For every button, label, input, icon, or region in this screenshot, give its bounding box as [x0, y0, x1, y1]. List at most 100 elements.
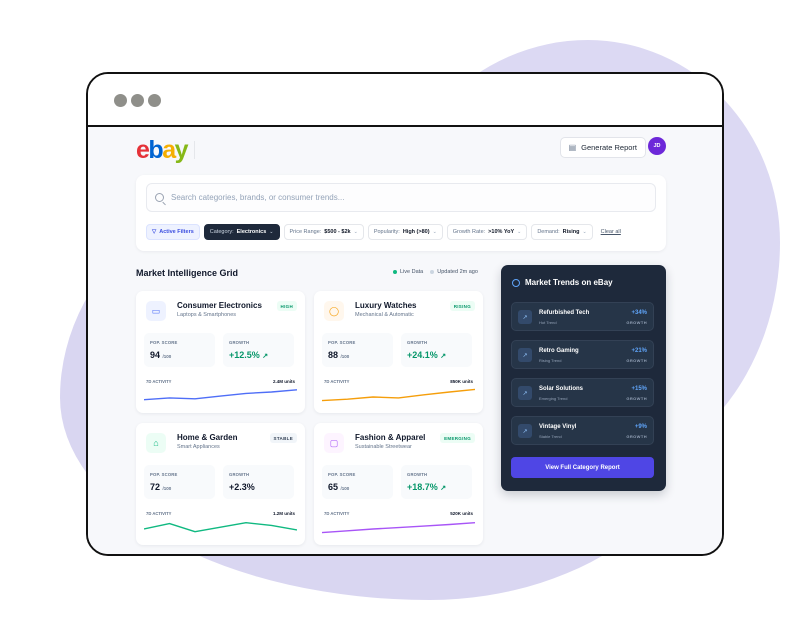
filter-chip-category[interactable]: Category: Electronics ⌄ [203, 223, 280, 240]
pop-score-unit: /100 [162, 354, 172, 359]
chevron-down-icon: ⌄ [432, 228, 437, 235]
sparkline [144, 389, 297, 401]
growth-value: +12.5% [229, 350, 260, 360]
window-dot-icon[interactable] [114, 94, 127, 107]
window-dot-icon[interactable] [148, 94, 161, 107]
generate-report-button[interactable]: ▤ Generate Report [559, 137, 646, 158]
ebay-logo[interactable]: ebay [136, 135, 189, 165]
growth-value: +18.7% [407, 482, 438, 492]
trend-arrow-icon: ↗ [518, 386, 532, 400]
view-full-report-button[interactable]: View Full Category Report [511, 457, 654, 478]
trend-subtitle: Stable Trend [539, 434, 562, 439]
trend-subtitle: Hot Trend [539, 320, 557, 325]
sparkline [322, 388, 475, 402]
pop-score-value: 88 [328, 350, 339, 360]
sparkline-path [322, 388, 475, 402]
filter-key: Popularity: [373, 228, 400, 235]
panel-title-text: Market Trends on eBay [525, 278, 613, 287]
filter-value: >10% YoY [488, 228, 515, 235]
clear-all-link[interactable]: Clear all [601, 229, 621, 235]
activity-value: 2.4M units [272, 379, 295, 384]
pop-score-metric: POP. SCORE 94 /100 [144, 333, 215, 367]
growth-value: +24.1% [407, 350, 438, 360]
status-badge: RISING [449, 301, 475, 311]
growth-metric: GROWTH +24.1% ↗ [401, 333, 472, 367]
filter-chip-demand[interactable]: Demand: Rising ⌄ [531, 223, 593, 240]
card-title: Home & Garden [177, 433, 238, 442]
sparkline [144, 521, 297, 533]
search-placeholder: Search categories, brands, or consumer t… [171, 193, 345, 202]
trend-tag: GROWTH [626, 434, 647, 439]
trend-up-icon: ↗ [440, 353, 447, 360]
trend-tag: GROWTH [626, 320, 647, 325]
card-subtitle: Sustainable Streetwear [355, 444, 412, 450]
trend-tag: GROWTH [626, 396, 647, 401]
home-icon: ⌂ [146, 433, 166, 453]
shopping-bag-icon: ▢ [324, 433, 344, 453]
chevron-down-icon: ⌄ [353, 228, 358, 235]
trend-value: +15% [631, 386, 647, 392]
divider [194, 141, 195, 159]
pop-score-unit: /100 [340, 486, 350, 491]
updated-label: Updated 2m ago [437, 269, 478, 275]
category-card[interactable]: ▭ Consumer Electronics Laptops & Smartph… [136, 291, 305, 413]
trend-arrow-icon: ↗ [518, 424, 532, 438]
pop-score-metric: POP. SCORE 88 /100 [322, 333, 393, 367]
filter-key: Demand: [537, 228, 560, 235]
panel-title: Market Trends on eBay [512, 278, 613, 287]
trend-item[interactable]: ↗ Retro Gaming Rising Trend +21% GROWTH [511, 340, 654, 369]
trend-item[interactable]: ↗ Vintage Vinyl Stable Trend +9% GROWTH [511, 416, 654, 445]
filter-chip-popularity[interactable]: Popularity: High (>80) ⌄ [367, 223, 443, 240]
window-dot-icon[interactable] [131, 94, 144, 107]
growth-metric: GROWTH +18.7% ↗ [401, 465, 472, 499]
chevron-down-icon: ⌄ [269, 228, 274, 235]
filter-card: Search categories, brands, or consumer t… [136, 175, 666, 251]
bar-chart-icon: ▤ [568, 143, 577, 152]
metric-label: GROWTH [229, 472, 250, 477]
activity-label: 7D ACTIVITY [146, 511, 172, 516]
market-trends-panel: Market Trends on eBay ↗ Refurbished Tech… [501, 265, 666, 491]
pie-chart-icon [512, 278, 520, 287]
search-input[interactable]: Search categories, brands, or consumer t… [146, 183, 656, 212]
metric-value: 72 /100 [150, 482, 171, 492]
metric-value: +12.5% ↗ [229, 350, 268, 360]
active-filters-chip[interactable]: ▽ Active Filters [146, 223, 200, 240]
category-card[interactable]: ◯ Luxury Watches Mechanical & Automatic … [314, 291, 483, 413]
card-subtitle: Mechanical & Automatic [355, 312, 414, 318]
filter-icon: ▽ [152, 228, 157, 235]
sparkline-path [144, 389, 297, 401]
pop-score-metric: POP. SCORE 72 /100 [144, 465, 215, 499]
sparkline [322, 522, 475, 534]
live-status: Live Data Updated 2m ago [393, 269, 478, 275]
filter-chip-growth[interactable]: Growth Rate: >10% YoY ⌄ [446, 223, 528, 240]
trend-value: +21% [631, 348, 647, 354]
activity-label: 7D ACTIVITY [324, 379, 350, 384]
pop-score-value: 94 [150, 350, 161, 360]
trend-subtitle: Rising Trend [539, 358, 562, 363]
top-bar: ebay ▤ Generate Report JD [136, 135, 666, 165]
metric-value: +18.7% ↗ [407, 482, 446, 492]
activity-value: 1.2M units [272, 511, 295, 516]
status-badge: STABLE [269, 433, 297, 443]
trend-tag: GROWTH [626, 358, 647, 363]
page-content: ebay ▤ Generate Report JD Search categor… [88, 127, 722, 554]
window-titlebar [88, 74, 722, 127]
trend-value: +34% [631, 310, 647, 316]
card-subtitle: Smart Appliances [177, 444, 220, 450]
metric-label: GROWTH [407, 472, 428, 477]
section-title: Market Intelligence Grid [136, 268, 239, 278]
category-card[interactable]: ⌂ Home & Garden Smart Appliances STABLE … [136, 423, 305, 545]
metric-value: 88 /100 [328, 350, 349, 360]
trend-name: Vintage Vinyl [539, 424, 577, 430]
trend-item[interactable]: ↗ Refurbished Tech Hot Trend +34% GROWTH [511, 302, 654, 331]
card-title: Fashion & Apparel [355, 433, 426, 442]
avatar[interactable]: JD [648, 137, 666, 155]
trend-item[interactable]: ↗ Solar Solutions Emerging Trend +15% GR… [511, 378, 654, 407]
filter-value: Rising [562, 228, 580, 235]
live-label: Live Data [400, 269, 424, 275]
category-card[interactable]: ▢ Fashion & Apparel Sustainable Streetwe… [314, 423, 483, 545]
filter-chip-price[interactable]: Price Range: $500 - $2k ⌄ [283, 223, 364, 240]
filter-value: Electronics [236, 228, 267, 235]
search-icon [155, 193, 164, 202]
card-title: Luxury Watches [355, 301, 417, 310]
